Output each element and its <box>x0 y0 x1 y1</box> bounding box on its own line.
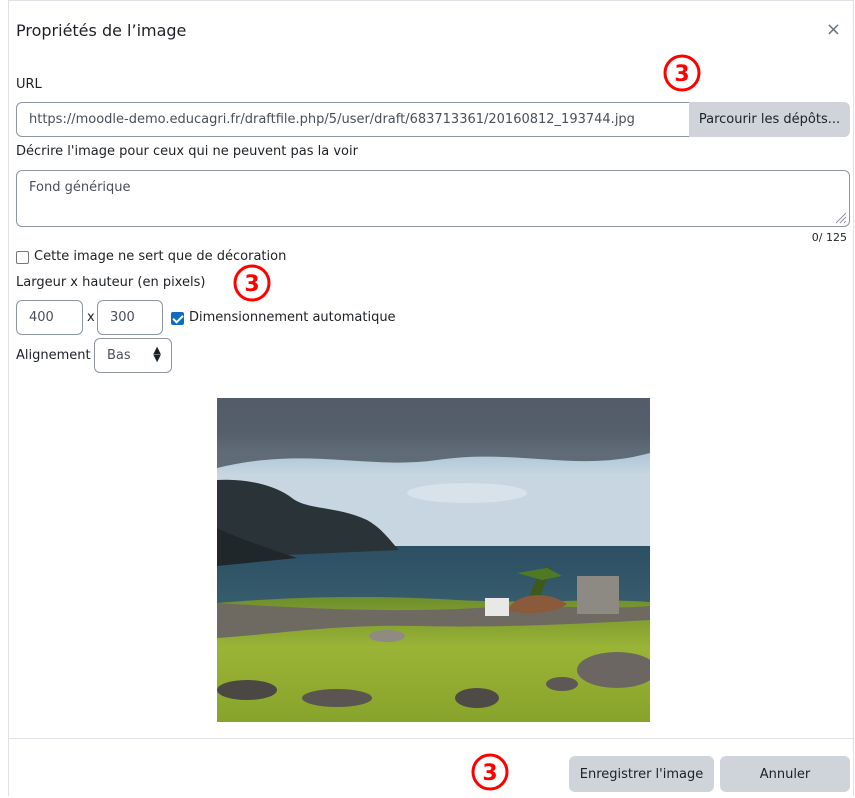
decorative-label[interactable]: Cette image ne sert que de décoration <box>34 249 286 264</box>
svg-text:3: 3 <box>482 761 497 786</box>
auto-size-checkbox[interactable] <box>171 312 184 325</box>
alignment-value: Bas <box>107 348 131 363</box>
size-label: Largeur x hauteur (en pixels) <box>16 275 206 290</box>
annotation-badge-2: 3 <box>233 264 271 302</box>
url-input-group: https://moodle-demo.educagri.fr/draftfil… <box>16 102 850 137</box>
dialog-header: Propriétés de l’image × <box>9 1 853 61</box>
alignment-select[interactable]: Bas ▲ ▼ <box>94 338 172 373</box>
cancel-button[interactable]: Annuler <box>720 756 850 792</box>
browse-repositories-button[interactable]: Parcourir les dépôts... <box>689 102 850 137</box>
save-image-button[interactable]: Enregistrer l'image <box>569 756 714 792</box>
decorative-checkbox[interactable] <box>16 251 29 264</box>
url-label: URL <box>16 77 42 92</box>
url-input[interactable]: https://moodle-demo.educagri.fr/draftfil… <box>16 102 690 137</box>
description-label: Décrire l'image pour ceux qui ne peuvent… <box>16 144 358 159</box>
character-counter: 0/ 125 <box>811 231 847 244</box>
height-input[interactable]: 300 <box>97 300 163 335</box>
width-input[interactable]: 400 <box>16 300 83 335</box>
svg-text:3: 3 <box>674 62 689 87</box>
alignment-label: Alignement <box>16 348 91 363</box>
annotation-badge-3: 3 <box>471 753 509 791</box>
description-textarea[interactable]: Fond générique <box>16 170 850 227</box>
sort-arrows-icon: ▲ ▼ <box>153 345 161 364</box>
auto-size-label[interactable]: Dimensionnement automatique <box>189 310 396 325</box>
close-icon[interactable]: × <box>826 21 841 39</box>
description-value: Fond générique <box>29 180 131 195</box>
resize-grip-icon[interactable] <box>835 212 847 224</box>
dialog-footer: Enregistrer l'image Annuler <box>9 738 853 798</box>
image-properties-dialog: Propriétés de l’image × URL https://mood… <box>8 0 854 796</box>
image-preview <box>217 398 650 722</box>
dialog-title: Propriétés de l’image <box>16 21 187 40</box>
annotation-badge-1: 3 <box>663 54 701 92</box>
svg-text:3: 3 <box>244 272 259 297</box>
size-separator: x <box>87 310 95 325</box>
